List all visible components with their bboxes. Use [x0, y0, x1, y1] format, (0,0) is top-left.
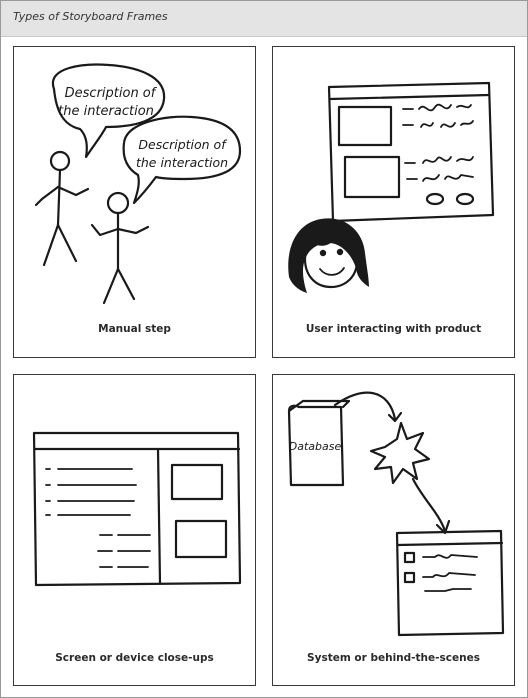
frame-caption: Screen or device close-ups [55, 652, 214, 664]
database-box: Database [287, 399, 351, 487]
product-screen [327, 81, 495, 223]
frame-screen-closeups: Screen or device close-ups [13, 374, 256, 686]
frame-system-behind-scenes: Database System or behind-the-scenes [272, 374, 515, 686]
frame-manual-step: Description of the interaction Descripti… [13, 46, 256, 358]
storyboard-page: Types of Storyboard Frames Description o… [0, 0, 528, 698]
user-interacting-sketch [288, 81, 495, 293]
device-screen [32, 431, 242, 587]
stick-figure [34, 150, 90, 267]
bubble-1-text-line-1: Description of [65, 86, 158, 101]
frame-user-interacting: User interacting with product [272, 46, 515, 358]
starburst-event [369, 421, 431, 485]
database-label: Database [289, 440, 342, 453]
manual-step-sketch: Description of the interaction Descripti… [34, 63, 242, 305]
stick-figure [90, 191, 150, 305]
user-face [288, 218, 369, 293]
bubble-2-text-line-1: Description of [138, 137, 227, 152]
bubble-2-text-line-2: the interaction [136, 155, 228, 170]
page-title: Types of Storyboard Frames [13, 10, 168, 23]
arrow [411, 477, 447, 533]
frame-caption: User interacting with product [305, 323, 482, 335]
system-sketch: Database [287, 391, 505, 637]
bubble-1-text-line-2: the interaction [58, 104, 154, 119]
frame-caption: Manual step [98, 323, 171, 335]
header-bar: Types of Storyboard Frames [1, 1, 527, 37]
result-screen [395, 529, 505, 637]
frame-caption: System or behind-the-scenes [307, 652, 480, 664]
screen-closeup-sketch [32, 431, 242, 587]
